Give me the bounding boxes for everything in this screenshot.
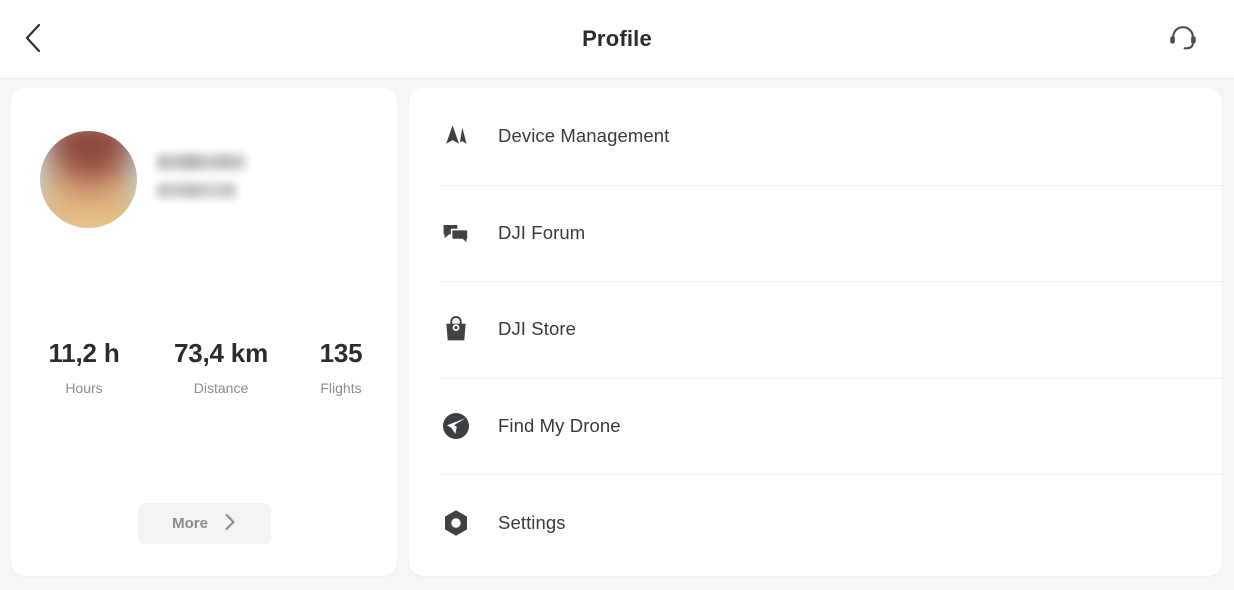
menu-item-settings[interactable]: Settings — [409, 474, 1222, 571]
stat-label: Flights — [320, 380, 362, 397]
stat-hours: 11,2 h Hours — [11, 338, 157, 397]
menu-item-device-management[interactable]: Device Management — [409, 88, 1222, 185]
more-button-label: More — [172, 515, 208, 532]
stat-label: Hours — [65, 380, 103, 397]
shopping-bag-icon — [440, 313, 472, 345]
profile-identity — [157, 154, 246, 204]
stat-label: Distance — [193, 380, 249, 397]
user-avatar-photo — [40, 130, 137, 228]
speech-bubbles-icon — [440, 217, 472, 249]
app-header: Profile — [0, 0, 1234, 79]
profile-subtitle-redacted — [157, 183, 236, 198]
menu-item-dji-store[interactable]: DJI Store — [409, 281, 1222, 378]
chevron-left-icon — [22, 22, 44, 57]
chevron-right-icon — [224, 513, 236, 534]
menu-item-label: DJI Store — [498, 318, 577, 340]
page-title: Profile — [582, 26, 652, 51]
menu-item-find-my-drone[interactable]: Find My Drone — [409, 377, 1222, 475]
support-button[interactable] — [1162, 18, 1204, 60]
hex-nut-gear-icon — [440, 507, 472, 539]
menu-item-label: Find My Drone — [498, 415, 621, 437]
more-button-container: More — [11, 503, 397, 544]
flight-stats: 11,2 h Hours 73,4 km Distance 135 Flight… — [11, 232, 397, 396]
profile-name-redacted — [157, 154, 246, 170]
menu-item-label: Device Management — [498, 125, 670, 147]
stat-flights: 135 Flights — [285, 338, 397, 397]
more-button[interactable]: More — [137, 503, 271, 544]
menu-card: Device Management DJI Forum DJI Store Fi… — [409, 88, 1222, 576]
stat-value: 11,2 h — [48, 338, 120, 368]
find-drone-compass-icon — [440, 410, 472, 442]
profile-card: 11,2 h Hours 73,4 km Distance 135 Flight… — [11, 88, 397, 576]
drone-aircraft-icon — [440, 120, 472, 152]
menu-item-dji-forum[interactable]: DJI Forum — [409, 184, 1222, 282]
headset-support-icon — [1166, 21, 1200, 58]
profile-header[interactable] — [11, 88, 397, 232]
stat-value: 73,4 km — [173, 338, 268, 368]
menu-item-label: Settings — [498, 511, 566, 533]
main-content: 11,2 h Hours 73,4 km Distance 135 Flight… — [0, 79, 1234, 590]
back-button[interactable] — [12, 18, 54, 60]
stat-distance: 73,4 km Distance — [157, 338, 285, 397]
avatar[interactable] — [40, 130, 137, 228]
menu-item-label: DJI Forum — [498, 221, 586, 243]
stat-value: 135 — [319, 338, 363, 368]
